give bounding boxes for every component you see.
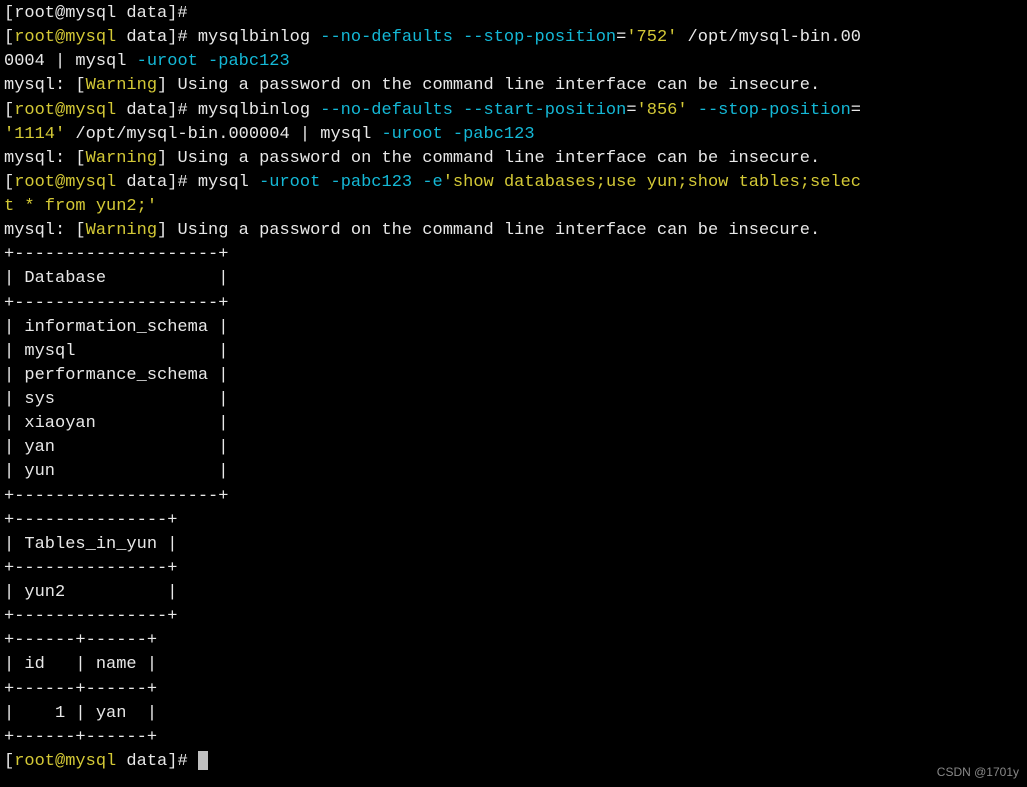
cmd-line-1: [root@mysql data]# mysqlbinlog --no-defa… [4,26,1023,50]
cmd-line-3-wrap: t * from yun2;' [4,195,1023,219]
cmd-line-2: [root@mysql data]# mysqlbinlog --no-defa… [4,99,1023,123]
yun2-table-row: | 1 | yan | [4,702,1023,726]
cmd-line-2-wrap: '1114' /opt/mysql-bin.000004 | mysql -ur… [4,123,1023,147]
cmd-line-3: [root@mysql data]# mysql -uroot -pabc123… [4,171,1023,195]
tables-table-border: +---------------+ [4,605,1023,629]
db-table-row: | performance_schema | [4,364,1023,388]
tables-table-row: | yun2 | [4,581,1023,605]
db-table-row: | information_schema | [4,316,1023,340]
truncated-top-line: [root@mysql data]# [4,2,1023,26]
warning-line-3: mysql: [Warning] Using a password on the… [4,219,1023,243]
db-table-border: +--------------------+ [4,485,1023,509]
yun2-table-border: +------+------+ [4,629,1023,653]
db-table-row: | sys | [4,388,1023,412]
db-table-row: | mysql | [4,340,1023,364]
tables-table-border: +---------------+ [4,557,1023,581]
db-table-row: | xiaoyan | [4,412,1023,436]
db-table-row: | yan | [4,436,1023,460]
db-table-row: | yun | [4,460,1023,484]
db-table-header: | Database | [4,267,1023,291]
warning-line-2: mysql: [Warning] Using a password on the… [4,147,1023,171]
yun2-table-border: +------+------+ [4,726,1023,750]
tables-table-header: | Tables_in_yun | [4,533,1023,557]
db-table-border: +--------------------+ [4,243,1023,267]
db-table-border: +--------------------+ [4,292,1023,316]
watermark-text: CSDN @1701y [937,764,1019,781]
yun2-table-border: +------+------+ [4,678,1023,702]
tables-table-border: +---------------+ [4,509,1023,533]
yun2-table-header: | id | name | [4,653,1023,677]
warning-line-1: mysql: [Warning] Using a password on the… [4,74,1023,98]
cursor-icon [198,751,208,770]
terminal-output[interactable]: [root@mysql data]# [root@mysql data]# my… [4,2,1023,774]
cmd-line-1-wrap: 0004 | mysql -uroot -pabc123 [4,50,1023,74]
final-prompt[interactable]: [root@mysql data]# [4,750,1023,774]
